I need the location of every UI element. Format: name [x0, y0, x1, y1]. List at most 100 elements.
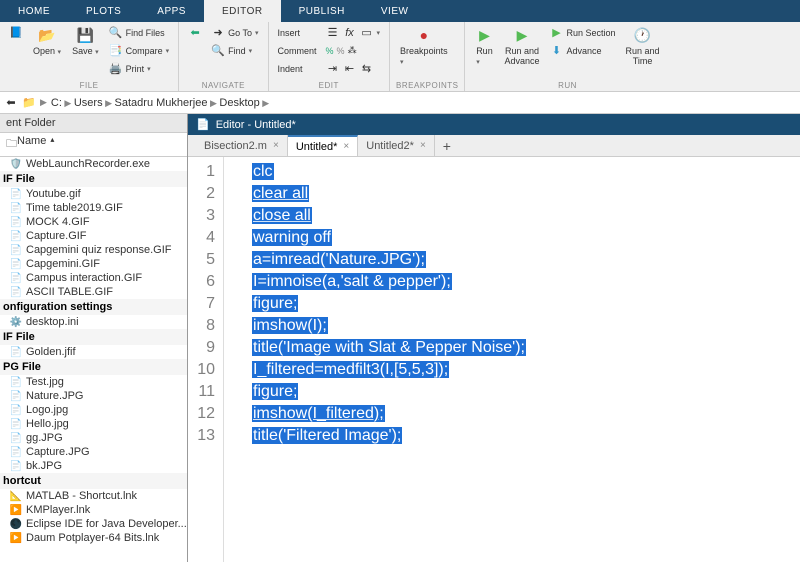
- file-icon: 📄: [10, 346, 22, 358]
- file-item[interactable]: 📄Logo.jpg: [0, 403, 187, 417]
- breadcrumb-segment[interactable]: Users: [74, 97, 103, 109]
- file-item[interactable]: 📄 Capgemini.GIF: [0, 257, 187, 271]
- file-icon: ▶️: [10, 532, 22, 544]
- file-item[interactable]: 📄Capture.JPG: [0, 445, 187, 459]
- file-name: Logo.jpg: [26, 404, 68, 416]
- code-content[interactable]: clcclear allclose allwarning offa=imread…: [224, 157, 800, 562]
- editor-title: Editor - Untitled*: [216, 119, 296, 131]
- editor-tab[interactable]: Untitled*×: [288, 135, 358, 156]
- nav-back-button[interactable]: ⬅: [185, 24, 205, 41]
- indent-toggle-button[interactable]: ⇥⇤⇆: [323, 60, 384, 77]
- editor-tab-label: Untitled2*: [366, 140, 414, 152]
- chevron-right-icon: ▶: [103, 98, 115, 108]
- file-icon: 📄: [10, 460, 22, 472]
- file-item[interactable]: 📄Golden.jfif: [0, 345, 187, 359]
- file-item[interactable]: 📄Hello.jpg: [0, 417, 187, 431]
- file-item[interactable]: 🛡️WebLaunchRecorder.exe: [0, 157, 187, 171]
- ribbon-tabs: HOMEPLOTSAPPSEDITORPUBLISHVIEW: [0, 0, 800, 22]
- open-button[interactable]: 📂Open ▾: [29, 24, 65, 58]
- file-icon: 📄: [10, 258, 22, 270]
- insert-section-button[interactable]: ☰fx▭▾: [323, 24, 384, 41]
- file-item[interactable]: ⚙️desktop.ini: [0, 315, 187, 329]
- fx-icon[interactable]: fx: [343, 26, 357, 40]
- editor-tab[interactable]: Bisection2.m×: [196, 135, 288, 156]
- run-advance-button[interactable]: ▶Run and Advance: [500, 24, 543, 68]
- navigate-group: ⬅ ➜Go To ▾ 🔍Find ▾ NAVIGATE: [179, 22, 268, 91]
- ribbon-tab-editor[interactable]: EDITOR: [204, 0, 281, 22]
- ribbon-tab-apps[interactable]: APPS: [139, 0, 204, 22]
- code-area[interactable]: 12345678910111213 clcclear allclose allw…: [188, 157, 800, 562]
- file-item[interactable]: 📄Nature.JPG: [0, 389, 187, 403]
- file-group-header[interactable]: IF File: [0, 329, 187, 345]
- file-item[interactable]: 📄Campus interaction.GIF: [0, 271, 187, 285]
- file-item[interactable]: 📄gg.JPG: [0, 431, 187, 445]
- file-name: Hello.jpg: [26, 418, 69, 430]
- file-item[interactable]: 📄bk.JPG: [0, 459, 187, 473]
- breadcrumb-segment[interactable]: Satadru Mukherjee: [115, 97, 208, 109]
- ribbon-tab-home[interactable]: HOME: [0, 0, 68, 22]
- folder-panel-title: ent Folder: [0, 114, 187, 133]
- file-item[interactable]: 📄Youtube.gif: [0, 187, 187, 201]
- edit-group: Insert Comment Indent ☰fx▭▾ % % ⁂ ⇥⇤⇆ ED…: [269, 22, 391, 91]
- file-group-label: FILE: [6, 79, 172, 90]
- breadcrumb-segment[interactable]: Desktop: [219, 97, 259, 109]
- file-icon: 📄: [10, 432, 22, 444]
- file-icon: ▶️: [10, 504, 22, 516]
- file-name: Capgemini.GIF: [26, 258, 100, 270]
- file-item[interactable]: ▶️Daum Potplayer-64 Bits.lnk: [0, 531, 187, 545]
- chevron-right-icon: ▶: [207, 98, 219, 108]
- run-button[interactable]: ▶Run▾: [471, 24, 497, 68]
- ribbon-tab-view[interactable]: VIEW: [363, 0, 427, 22]
- print-button[interactable]: 🖨️Print ▾: [106, 60, 173, 77]
- ribbon-tab-plots[interactable]: PLOTS: [68, 0, 139, 22]
- run-time-button[interactable]: 🕐Run and Time: [622, 24, 664, 68]
- file-group-header[interactable]: onfiguration settings: [0, 299, 187, 315]
- file-item[interactable]: 🌑Eclipse IDE for Java Developer...: [0, 517, 187, 531]
- goto-button[interactable]: ➜Go To ▾: [208, 24, 261, 41]
- file-item[interactable]: 📄MOCK 4.GIF: [0, 215, 187, 229]
- file-group-header[interactable]: PG File: [0, 359, 187, 375]
- add-tab-button[interactable]: +: [435, 135, 459, 156]
- file-item[interactable]: 📄Capture.GIF: [0, 229, 187, 243]
- editor-tabs: Bisection2.m×Untitled*× Untitled2* × +: [188, 135, 800, 157]
- file-item[interactable]: 📄Test.jpg: [0, 375, 187, 389]
- close-icon[interactable]: ×: [343, 141, 349, 152]
- file-name: ASCII TABLE.GIF: [26, 286, 113, 298]
- chevron-right-icon: ▶: [40, 97, 47, 108]
- editor-tab[interactable]: Untitled2* ×: [358, 135, 435, 156]
- back-icon[interactable]: ⬅: [4, 96, 18, 110]
- new-script-button[interactable]: 📘: [6, 24, 26, 41]
- comment-toggle-button[interactable]: % % ⁂: [323, 42, 384, 59]
- chevron-right-icon: ▶: [260, 98, 269, 108]
- file-item[interactable]: 📄ASCII TABLE.GIF: [0, 285, 187, 299]
- file-icon: 📄: [10, 390, 22, 402]
- file-icon: 📄: [10, 376, 22, 388]
- find-button[interactable]: 🔍Find ▾: [208, 42, 261, 59]
- folder-icon[interactable]: 📁: [22, 96, 36, 110]
- advance-button[interactable]: ⬇Advance: [546, 42, 618, 59]
- run-section-button[interactable]: ▶Run Section: [546, 24, 618, 41]
- close-icon[interactable]: ×: [420, 140, 426, 151]
- file-name: Time table2019.GIF: [26, 202, 123, 214]
- indent-button[interactable]: Indent: [275, 60, 320, 77]
- file-item[interactable]: 📐MATLAB - Shortcut.lnk: [0, 489, 187, 503]
- file-item[interactable]: ▶️KMPlayer.lnk: [0, 503, 187, 517]
- save-button[interactable]: 💾Save ▾: [68, 24, 103, 58]
- file-item[interactable]: 📄Capgemini quiz response.GIF: [0, 243, 187, 257]
- ribbon-tab-publish[interactable]: PUBLISH: [281, 0, 363, 22]
- insert-button[interactable]: Insert: [275, 24, 320, 41]
- find-files-button[interactable]: 🔍Find Files: [106, 24, 173, 41]
- close-icon[interactable]: ×: [273, 140, 279, 151]
- file-group-header[interactable]: hortcut: [0, 473, 187, 489]
- run-group: ▶Run▾ ▶Run and Advance ▶Run Section ⬇Adv…: [465, 22, 669, 91]
- breakpoints-button[interactable]: ●Breakpoints▾: [396, 24, 452, 68]
- file-group: 📘 📂Open ▾ 💾Save ▾ 🔍Find Files 📑Compare ▾…: [0, 22, 179, 91]
- edit-group-label: EDIT: [275, 79, 384, 90]
- file-item[interactable]: 📄Time table2019.GIF: [0, 201, 187, 215]
- file-icon: 🌑: [10, 518, 22, 530]
- breadcrumb-segment[interactable]: C:: [51, 97, 62, 109]
- folder-column-header[interactable]: 🗀 Name▴: [0, 133, 187, 157]
- compare-button[interactable]: 📑Compare ▾: [106, 42, 173, 59]
- comment-button[interactable]: Comment: [275, 42, 320, 59]
- file-group-header[interactable]: IF File: [0, 171, 187, 187]
